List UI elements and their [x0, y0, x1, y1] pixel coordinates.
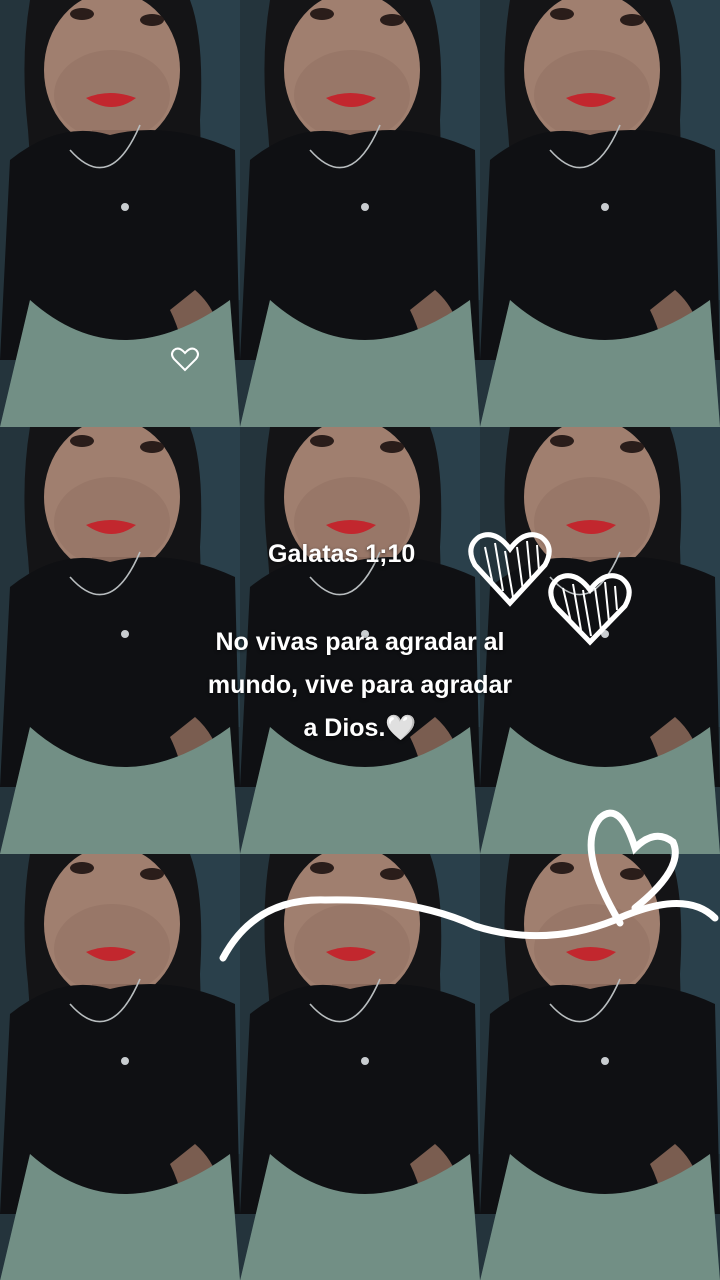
photo-tile: [240, 854, 480, 1280]
selfie-illustration: [480, 427, 720, 854]
selfie-illustration: [480, 0, 720, 427]
photo-tile: [480, 427, 720, 854]
photo-tile: [0, 854, 240, 1280]
selfie-illustration: [240, 854, 480, 1280]
selfie-illustration: [480, 854, 720, 1280]
selfie-illustration: [0, 0, 240, 427]
photo-tile: [480, 854, 720, 1280]
photo-collage-grid: [0, 0, 720, 1280]
photo-tile: [240, 0, 480, 427]
photo-tile: [480, 0, 720, 427]
selfie-illustration: [240, 427, 480, 854]
selfie-illustration: [0, 427, 240, 854]
photo-tile: [0, 0, 240, 427]
selfie-illustration: [0, 854, 240, 1280]
photo-tile: [240, 427, 480, 854]
photo-tile: [0, 427, 240, 854]
selfie-illustration: [240, 0, 480, 427]
